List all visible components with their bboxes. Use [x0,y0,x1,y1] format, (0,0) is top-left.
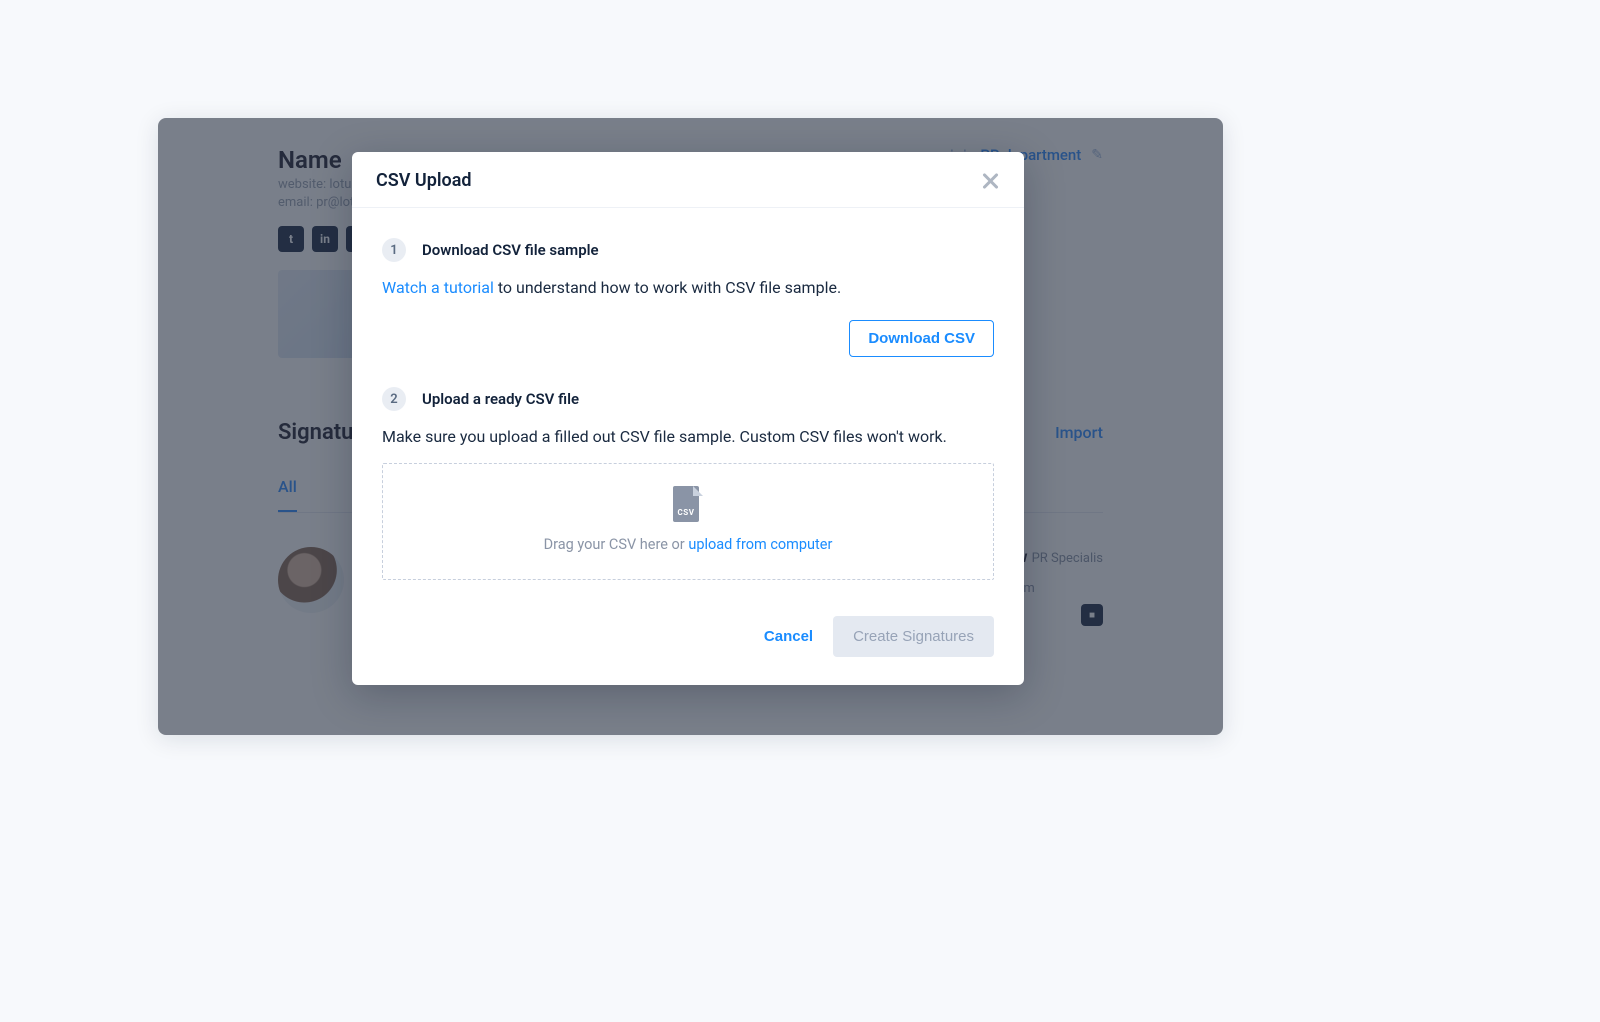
step-2-desc: Make sure you upload a filled out CSV fi… [382,425,994,449]
modal-title: CSV Upload [376,170,472,191]
download-csv-button[interactable]: Download CSV [849,320,994,357]
watch-tutorial-link[interactable]: Watch a tutorial [382,278,494,297]
csv-badge-text: CSV [673,508,699,517]
step-1-title: Download CSV file sample [422,241,599,259]
cancel-button[interactable]: Cancel [764,628,813,645]
csv-file-icon: CSV [673,486,703,522]
csv-dropzone[interactable]: CSV Drag your CSV here or upload from co… [382,463,994,580]
step-2-title: Upload a ready CSV file [422,390,579,408]
step-1-badge: 1 [382,238,406,262]
upload-from-computer-link[interactable]: upload from computer [688,536,832,553]
csv-upload-modal: CSV Upload 1 Download CSV file sample Wa… [352,152,1024,685]
create-signatures-button[interactable]: Create Signatures [833,616,994,657]
drag-text: Drag your CSV here or [544,536,689,553]
step-1-desc: to understand how to work with CSV file … [494,278,841,297]
close-icon[interactable] [980,171,1000,191]
step-2-badge: 2 [382,387,406,411]
stage: Name PR Specialist at Lotus Ltd website:… [0,0,1600,1022]
